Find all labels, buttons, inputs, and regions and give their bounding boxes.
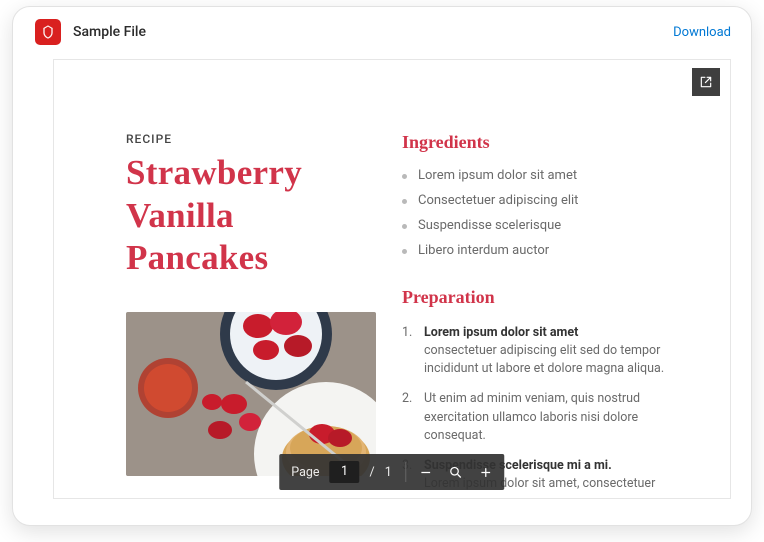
recipe-overline: RECIPE [126,132,376,146]
file-title: Sample File [73,24,146,40]
header-bar: Sample File Download [13,7,751,51]
page-total: 1 [385,465,400,480]
ingredient-item: Suspendisse scelerisque [402,213,700,238]
zoom-out-button[interactable] [413,459,439,485]
pdf-icon [35,19,61,45]
page-number-input[interactable]: 1 [330,461,360,483]
zoom-in-button[interactable] [473,459,499,485]
page-separator: / [364,465,381,480]
step-body: Ut enim ad minim veniam, quis nostrud ex… [424,391,640,442]
pdf-toolbar: Page 1 / 1 [279,454,504,490]
popout-icon [699,75,713,89]
download-link[interactable]: Download [673,25,731,40]
step-body: consectetuer adipiscing elit sed do temp… [424,343,664,376]
ingredient-item: Lorem ipsum dolor sit amet [402,163,700,188]
preparation-heading: Preparation [402,287,700,308]
recipe-photo [126,312,376,476]
ingredients-list: Lorem ipsum dolor sit amet Consectetuer … [402,163,700,263]
preparation-step: Ut enim ad minim veniam, quis nostrud ex… [402,384,700,450]
plus-icon [478,465,493,480]
minus-icon [418,465,433,480]
document-viewer: RECIPE Strawberry Vanilla Pancakes [53,59,731,499]
popout-button[interactable] [692,68,720,96]
fit-page-button[interactable] [443,459,469,485]
toolbar-divider [406,462,407,482]
page-label: Page [285,465,325,480]
ingredient-item: Libero interdum auctor [402,238,700,263]
ingredients-heading: Ingredients [402,132,700,153]
step-title: Lorem ipsum dolor sit amet [424,324,700,342]
preparation-step: Lorem ipsum dolor sit amet consectetuer … [402,318,700,384]
recipe-title: Strawberry Vanilla Pancakes [126,152,376,280]
ingredient-item: Consectetuer adipiscing elit [402,188,700,213]
pdf-viewer-frame: Sample File Download RECIPE Strawberry V… [12,6,752,526]
document-page: RECIPE Strawberry Vanilla Pancakes [126,132,700,498]
magnifier-icon [448,465,463,480]
